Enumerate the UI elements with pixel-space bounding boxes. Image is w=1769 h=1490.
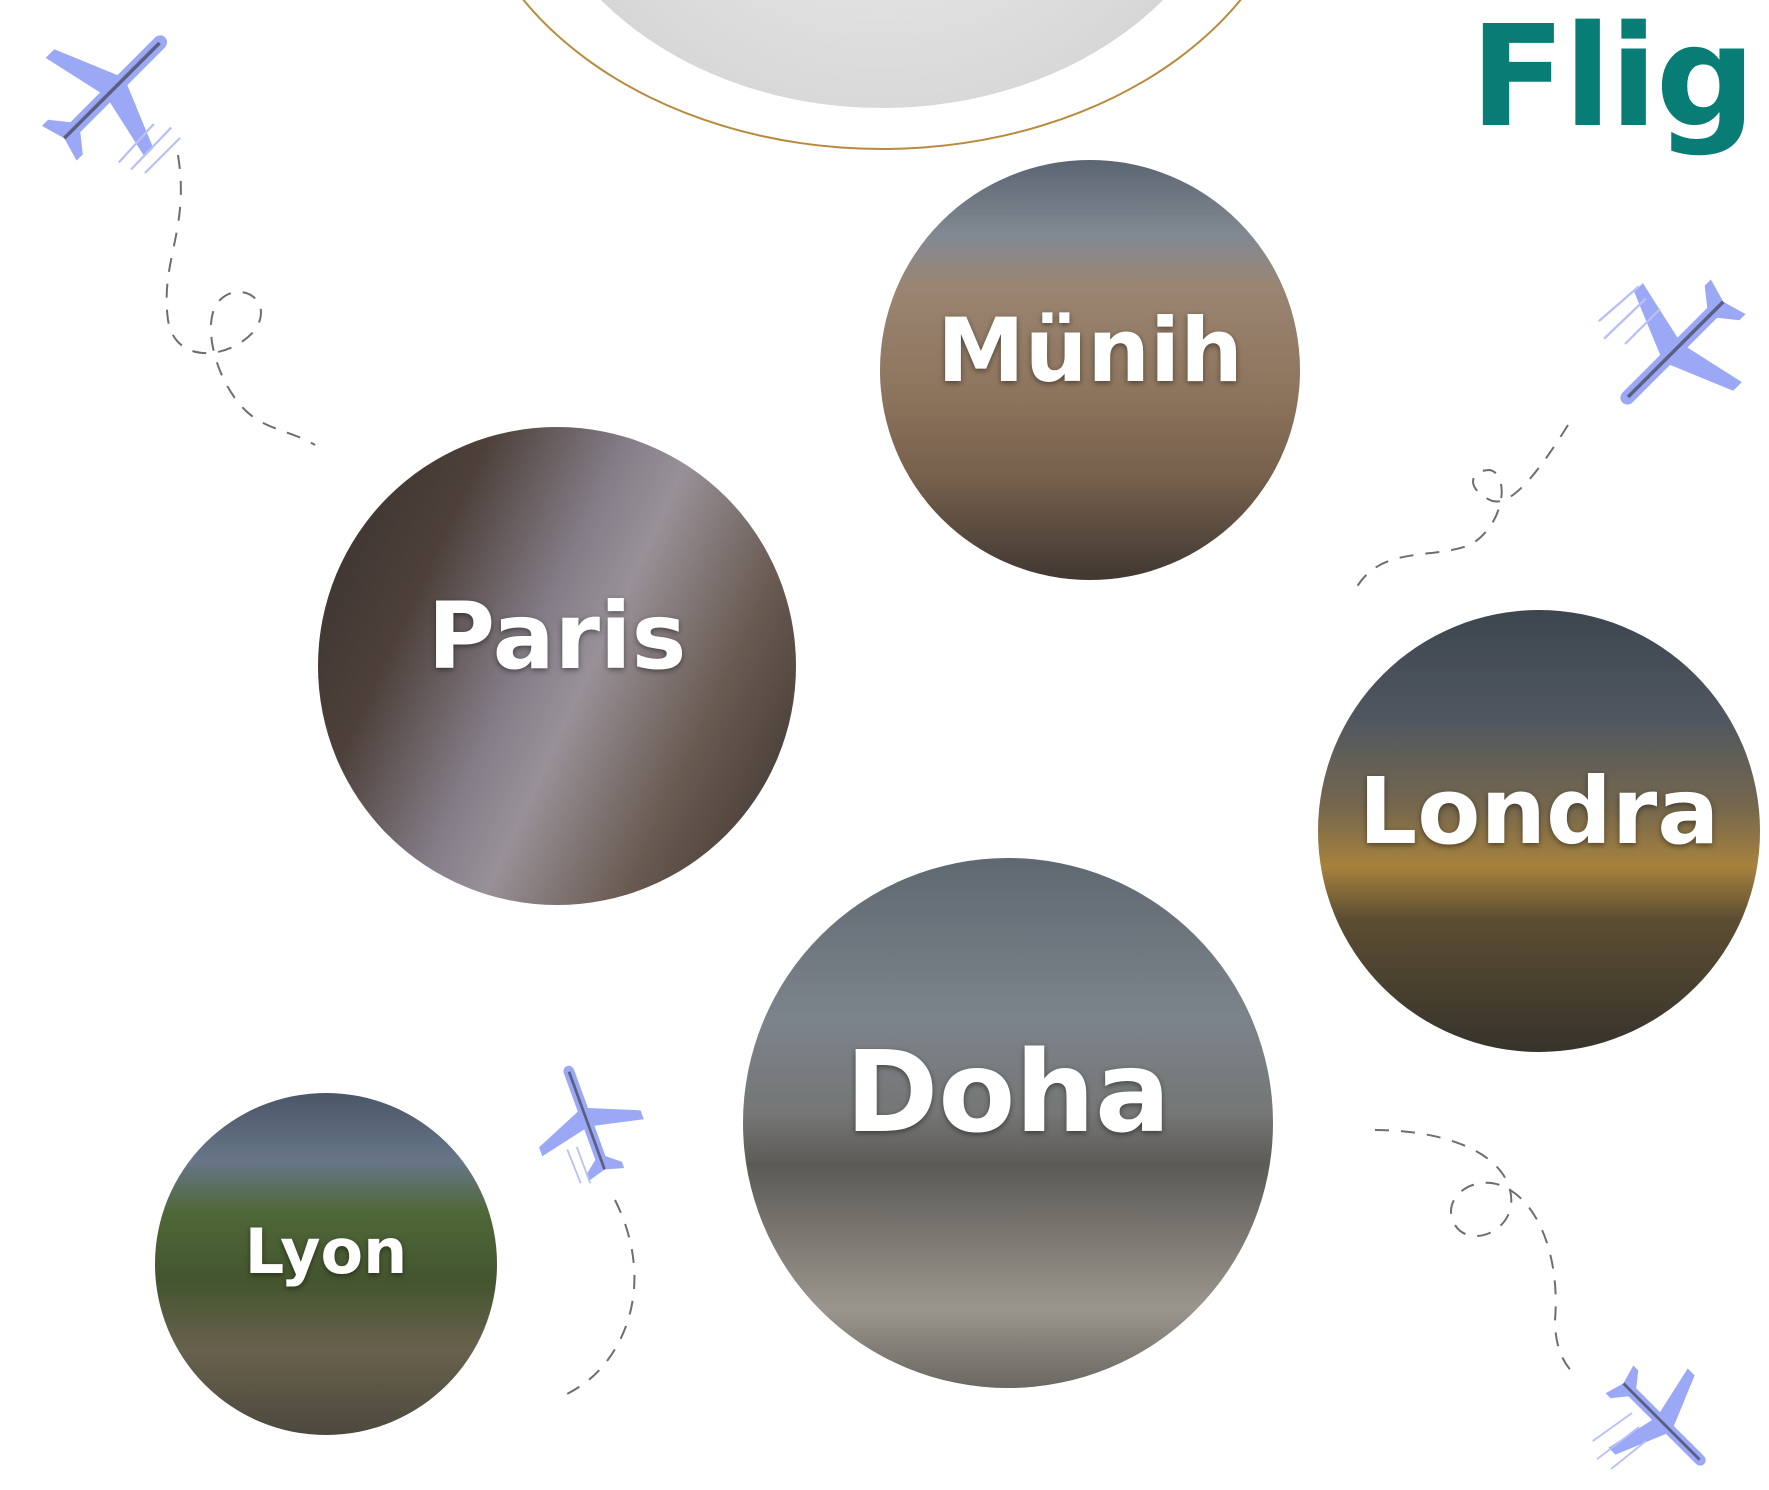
city-card-lyon[interactable]: Lyon (155, 1093, 497, 1435)
airplane-icon (41, 35, 181, 174)
airplane-icon (1598, 279, 1746, 405)
city-label: Paris (427, 582, 687, 690)
city-label: Lyon (244, 1215, 408, 1288)
city-label: Londra (1358, 757, 1720, 865)
city-card-doha[interactable]: Doha (743, 858, 1273, 1388)
city-label: Doha (845, 1028, 1171, 1158)
airplane-icon (1592, 1365, 1706, 1470)
city-card-paris[interactable]: Paris (318, 427, 796, 905)
airplane-icon (539, 1065, 644, 1184)
city-card-munih[interactable]: Münih (880, 160, 1300, 580)
city-card-londra[interactable]: Londra (1318, 610, 1760, 1052)
city-label: Münih (937, 298, 1243, 402)
